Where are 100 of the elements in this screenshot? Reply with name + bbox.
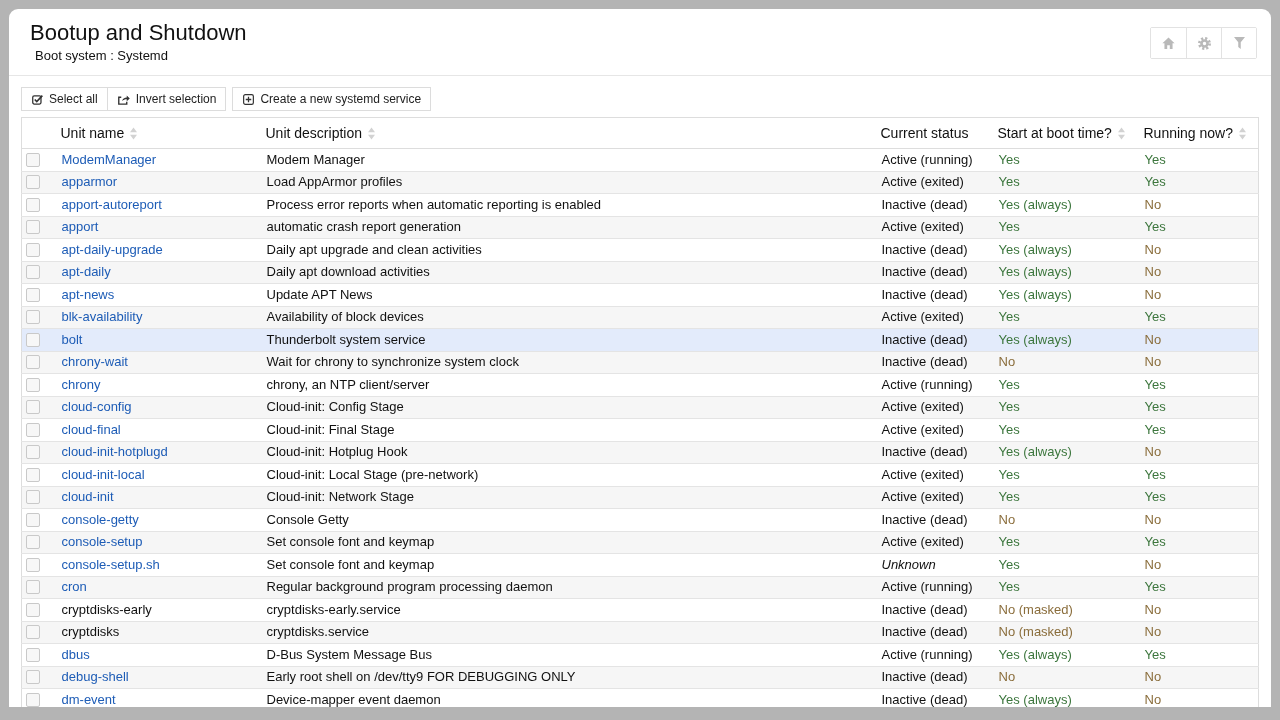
unit-description: Modem Manager — [266, 151, 365, 167]
running-status: Yes — [1144, 151, 1166, 167]
row-checkbox[interactable] — [26, 535, 40, 550]
running-status: No — [1144, 286, 1162, 302]
unit-link[interactable]: bolt — [61, 331, 83, 347]
row-checkbox[interactable] — [26, 580, 40, 595]
row-checkbox[interactable] — [26, 647, 40, 662]
unit-link[interactable]: apparmor — [61, 174, 118, 190]
create-service-button[interactable]: Create a new systemd service — [232, 87, 432, 111]
current-status: Inactive (dead) — [881, 196, 968, 212]
row-checkbox[interactable] — [26, 332, 40, 347]
current-status: Active (exited) — [881, 399, 964, 415]
running-status: No — [1144, 196, 1162, 212]
unit-link[interactable]: apt-news — [61, 286, 115, 302]
unit-link[interactable]: cloud-init — [61, 489, 114, 505]
current-status: Active (exited) — [881, 309, 964, 325]
boot-status: Yes — [998, 556, 1020, 572]
running-status: Yes — [1144, 579, 1166, 595]
row-checkbox[interactable] — [26, 512, 40, 527]
boot-status: Yes — [998, 421, 1020, 437]
unit-description: Process error reports when automatic reporting is enabled — [266, 196, 602, 212]
row-checkbox[interactable] — [26, 355, 40, 370]
running-status: Yes — [1144, 309, 1166, 325]
boot-status: Yes — [998, 579, 1020, 595]
row-checkbox[interactable] — [26, 670, 40, 685]
column-header[interactable]: Unit description — [265, 125, 362, 141]
unit-link[interactable]: chrony-wait — [61, 354, 128, 370]
boot-status: Yes (always) — [998, 196, 1072, 212]
sort-icon[interactable] — [368, 126, 375, 140]
unit-description: Load AppArmor profiles — [266, 174, 403, 190]
current-status: Active (running) — [881, 579, 973, 595]
current-status: Active (exited) — [881, 489, 964, 505]
row-checkbox[interactable] — [26, 152, 40, 167]
row-checkbox[interactable] — [26, 490, 40, 505]
unit-link[interactable]: ModemManager — [61, 151, 157, 167]
unit-link[interactable]: cloud-init-hotplugd — [61, 444, 168, 460]
boot-status: Yes (always) — [998, 646, 1072, 662]
unit-link[interactable]: dbus — [61, 646, 90, 662]
sort-icon[interactable] — [130, 126, 138, 140]
sort-icon[interactable] — [1239, 126, 1246, 140]
running-status: Yes — [1144, 646, 1166, 662]
filter-button[interactable] — [1221, 28, 1256, 58]
unit-link[interactable]: console-setup — [61, 534, 143, 550]
row-checkbox[interactable] — [26, 467, 40, 482]
unit-link[interactable]: cron — [61, 579, 87, 595]
unit-link[interactable]: console-getty — [61, 511, 139, 527]
row-checkbox[interactable] — [26, 287, 40, 302]
row-checkbox[interactable] — [26, 422, 40, 437]
current-status: Active (exited) — [881, 466, 964, 482]
unit-description: Update APT News — [266, 286, 373, 302]
current-status: Active (exited) — [881, 219, 964, 235]
unit-description: Cloud-init: Network Stage — [266, 489, 414, 505]
unit-link[interactable]: debug-shell — [61, 669, 129, 685]
row-checkbox[interactable] — [26, 242, 40, 257]
unit-description: Regular background program processing daemon — [266, 579, 553, 595]
column-header[interactable]: Unit name — [60, 125, 125, 141]
row-checkbox[interactable] — [26, 310, 40, 325]
row-checkbox[interactable] — [26, 400, 40, 415]
row-checkbox[interactable] — [26, 602, 40, 617]
unit-link[interactable]: apport-autoreport — [61, 196, 162, 212]
running-status: Yes — [1144, 489, 1166, 505]
unit-link[interactable]: dm-event — [61, 691, 116, 707]
row-checkbox[interactable] — [26, 445, 40, 460]
arrow-box-icon — [117, 93, 130, 105]
invert-selection-button[interactable]: Invert selection — [106, 87, 227, 111]
row-checkbox[interactable] — [26, 175, 40, 190]
column-header[interactable]: Start at boot time? — [997, 125, 1112, 141]
unit-link[interactable]: cloud-config — [61, 399, 132, 415]
unit-link[interactable]: apt-daily — [61, 264, 111, 280]
row-checkbox[interactable] — [26, 377, 40, 392]
row-checkbox[interactable] — [26, 625, 40, 640]
row-checkbox[interactable] — [26, 692, 40, 707]
unit-description: chrony, an NTP client/server — [266, 376, 430, 392]
unit-link[interactable]: apport — [61, 219, 99, 235]
running-status: No — [1144, 444, 1162, 460]
unit-link[interactable]: console-setup.sh — [61, 556, 160, 572]
unit-description: Cloud-init: Local Stage (pre-network) — [266, 466, 479, 482]
current-status: Inactive (dead) — [881, 511, 968, 527]
unit-link[interactable]: blk-availability — [61, 309, 143, 325]
boot-status: No — [998, 354, 1016, 370]
unit-description: Cloud-init: Config Stage — [266, 399, 404, 415]
boot-status: Yes (always) — [998, 444, 1072, 460]
row-checkbox[interactable] — [26, 557, 40, 572]
current-status: Inactive (dead) — [881, 669, 968, 685]
column-header[interactable]: Running now? — [1143, 125, 1233, 141]
row-checkbox[interactable] — [26, 265, 40, 280]
row-checkbox[interactable] — [26, 197, 40, 212]
unit-link[interactable]: apt-daily-upgrade — [61, 241, 163, 257]
unit-link[interactable]: cloud-final — [61, 421, 121, 437]
running-status: No — [1144, 354, 1162, 370]
running-status: Yes — [1144, 174, 1166, 190]
unit-link[interactable]: cloud-init-local — [61, 466, 145, 482]
running-status: Yes — [1144, 399, 1166, 415]
sort-icon[interactable] — [1117, 126, 1125, 140]
current-status: Inactive (dead) — [881, 624, 968, 640]
page-title: Bootup and Shutdown — [30, 20, 247, 46]
running-status: Yes — [1144, 466, 1166, 482]
unit-link[interactable]: chrony — [61, 376, 101, 392]
row-checkbox[interactable] — [26, 220, 40, 235]
select-all-button[interactable]: Select all — [21, 87, 108, 111]
